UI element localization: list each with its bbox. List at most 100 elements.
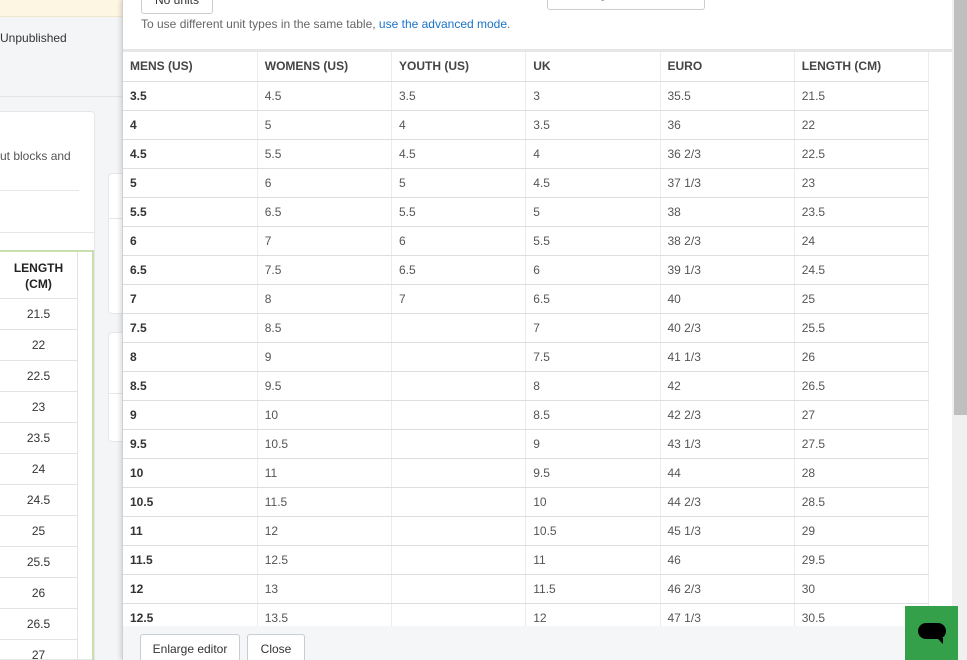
table-cell[interactable]: 6.5 <box>123 255 258 285</box>
table-cell[interactable]: 38 2/3 <box>660 226 795 256</box>
scrollbar-thumb[interactable] <box>954 0 967 415</box>
table-cell[interactable]: 28 <box>794 458 930 488</box>
table-cell[interactable]: 26 <box>794 342 930 372</box>
table-cell[interactable]: 8.5 <box>257 313 393 343</box>
table-cell[interactable]: 42 2/3 <box>660 400 795 430</box>
table-cell[interactable]: 11 <box>257 458 393 488</box>
table-cell[interactable]: 5.5 <box>391 197 527 227</box>
table-cell[interactable]: 46 2/3 <box>660 574 795 604</box>
table-cell[interactable]: 8.5 <box>123 371 258 401</box>
table-cell[interactable]: 10 <box>257 400 393 430</box>
table-cell[interactable]: 6.5 <box>257 197 393 227</box>
table-cell[interactable]: 12 <box>525 603 661 626</box>
table-cell[interactable]: 22.5 <box>794 139 930 169</box>
table-cell[interactable]: 43 1/3 <box>660 429 795 459</box>
table-cell[interactable]: 5 <box>525 197 661 227</box>
table-cell[interactable] <box>391 313 527 343</box>
enlarge-editor-button[interactable]: Enlarge editor <box>140 634 240 660</box>
table-cell[interactable]: 3.5 <box>391 81 527 111</box>
size-ranges-button[interactable]: Size ranges in first column <box>547 0 705 10</box>
table-cell[interactable] <box>391 342 527 372</box>
table-cell[interactable]: 37 1/3 <box>660 168 795 198</box>
table-cell[interactable]: 6 <box>123 226 258 256</box>
table-cell[interactable]: 47 1/3 <box>660 603 795 626</box>
table-cell[interactable]: 8.5 <box>525 400 661 430</box>
column-header[interactable]: EURO <box>660 52 795 82</box>
table-cell[interactable]: 6.5 <box>525 284 661 314</box>
table-cell[interactable]: 36 2/3 <box>660 139 795 169</box>
table-cell[interactable]: 27 <box>794 400 930 430</box>
table-cell[interactable]: 8 <box>257 284 393 314</box>
table-cell[interactable]: 7.5 <box>257 255 393 285</box>
table-cell[interactable]: 23.5 <box>794 197 930 227</box>
table-cell[interactable]: 3.5 <box>123 81 258 111</box>
table-cell[interactable]: 22 <box>794 110 930 140</box>
table-cell[interactable]: 4.5 <box>123 139 258 169</box>
table-cell[interactable]: 9 <box>257 342 393 372</box>
table-cell[interactable]: 35.5 <box>660 81 795 111</box>
column-header[interactable]: UK <box>525 52 661 82</box>
table-cell[interactable]: 12.5 <box>123 603 258 626</box>
table-cell[interactable]: 3.5 <box>525 110 661 140</box>
table-cell[interactable]: 29.5 <box>794 545 930 575</box>
table-cell[interactable]: 5.5 <box>257 139 393 169</box>
table-cell[interactable]: 9.5 <box>525 458 661 488</box>
column-header[interactable]: WOMENS (US) <box>257 52 393 82</box>
table-cell[interactable]: 5 <box>257 110 393 140</box>
table-cell[interactable]: 12 <box>123 574 258 604</box>
table-cell[interactable] <box>391 371 527 401</box>
table-cell[interactable] <box>391 545 527 575</box>
table-cell[interactable]: 7.5 <box>123 313 258 343</box>
table-cell[interactable]: 4 <box>525 139 661 169</box>
table-cell[interactable]: 4 <box>123 110 258 140</box>
table-cell[interactable]: 10.5 <box>123 487 258 517</box>
chat-widget-button[interactable] <box>905 606 958 660</box>
table-cell[interactable]: 9.5 <box>257 371 393 401</box>
table-cell[interactable]: 24.5 <box>794 255 930 285</box>
table-cell[interactable]: 46 <box>660 545 795 575</box>
table-cell[interactable]: 8 <box>525 371 661 401</box>
table-cell[interactable]: 11.5 <box>257 487 393 517</box>
table-cell[interactable]: 41 1/3 <box>660 342 795 372</box>
table-cell[interactable]: 10 <box>123 458 258 488</box>
table-cell[interactable] <box>391 429 527 459</box>
table-cell[interactable]: 4.5 <box>257 81 393 111</box>
table-cell[interactable]: 29 <box>794 516 930 546</box>
table-cell[interactable]: 13.5 <box>257 603 393 626</box>
table-cell[interactable]: 7 <box>525 313 661 343</box>
table-cell[interactable]: 39 1/3 <box>660 255 795 285</box>
table-cell[interactable]: 40 2/3 <box>660 313 795 343</box>
table-cell[interactable]: 27.5 <box>794 429 930 459</box>
table-cell[interactable]: 4.5 <box>391 139 527 169</box>
table-cell[interactable] <box>391 487 527 517</box>
table-cell[interactable]: 23 <box>794 168 930 198</box>
table-cell[interactable]: 7 <box>391 284 527 314</box>
no-units-button[interactable]: No units <box>141 0 213 14</box>
table-cell[interactable]: 30 <box>794 574 930 604</box>
column-header[interactable]: LENGTH (CM) <box>794 52 930 82</box>
table-cell[interactable]: 44 2/3 <box>660 487 795 517</box>
table-cell[interactable]: 6.5 <box>391 255 527 285</box>
table-cell[interactable]: 12 <box>257 516 393 546</box>
table-cell[interactable]: 6 <box>525 255 661 285</box>
table-cell[interactable]: 8 <box>123 342 258 372</box>
table-cell[interactable]: 25.5 <box>794 313 930 343</box>
table-cell[interactable] <box>391 574 527 604</box>
table-cell[interactable]: 9.5 <box>123 429 258 459</box>
table-cell[interactable]: 9 <box>525 429 661 459</box>
table-cell[interactable]: 26.5 <box>794 371 930 401</box>
table-cell[interactable]: 3 <box>525 81 661 111</box>
table-cell[interactable] <box>391 458 527 488</box>
table-cell[interactable]: 10.5 <box>257 429 393 459</box>
column-header[interactable]: YOUTH (US) <box>391 52 527 82</box>
table-cell[interactable]: 44 <box>660 458 795 488</box>
table-cell[interactable]: 12.5 <box>257 545 393 575</box>
table-cell[interactable]: 42 <box>660 371 795 401</box>
table-cell[interactable]: 38 <box>660 197 795 227</box>
table-cell[interactable] <box>391 516 527 546</box>
table-cell[interactable]: 6 <box>391 226 527 256</box>
table-cell[interactable]: 6 <box>257 168 393 198</box>
table-cell[interactable]: 25 <box>794 284 930 314</box>
page-scrollbar[interactable] <box>952 0 967 660</box>
table-cell[interactable]: 45 1/3 <box>660 516 795 546</box>
